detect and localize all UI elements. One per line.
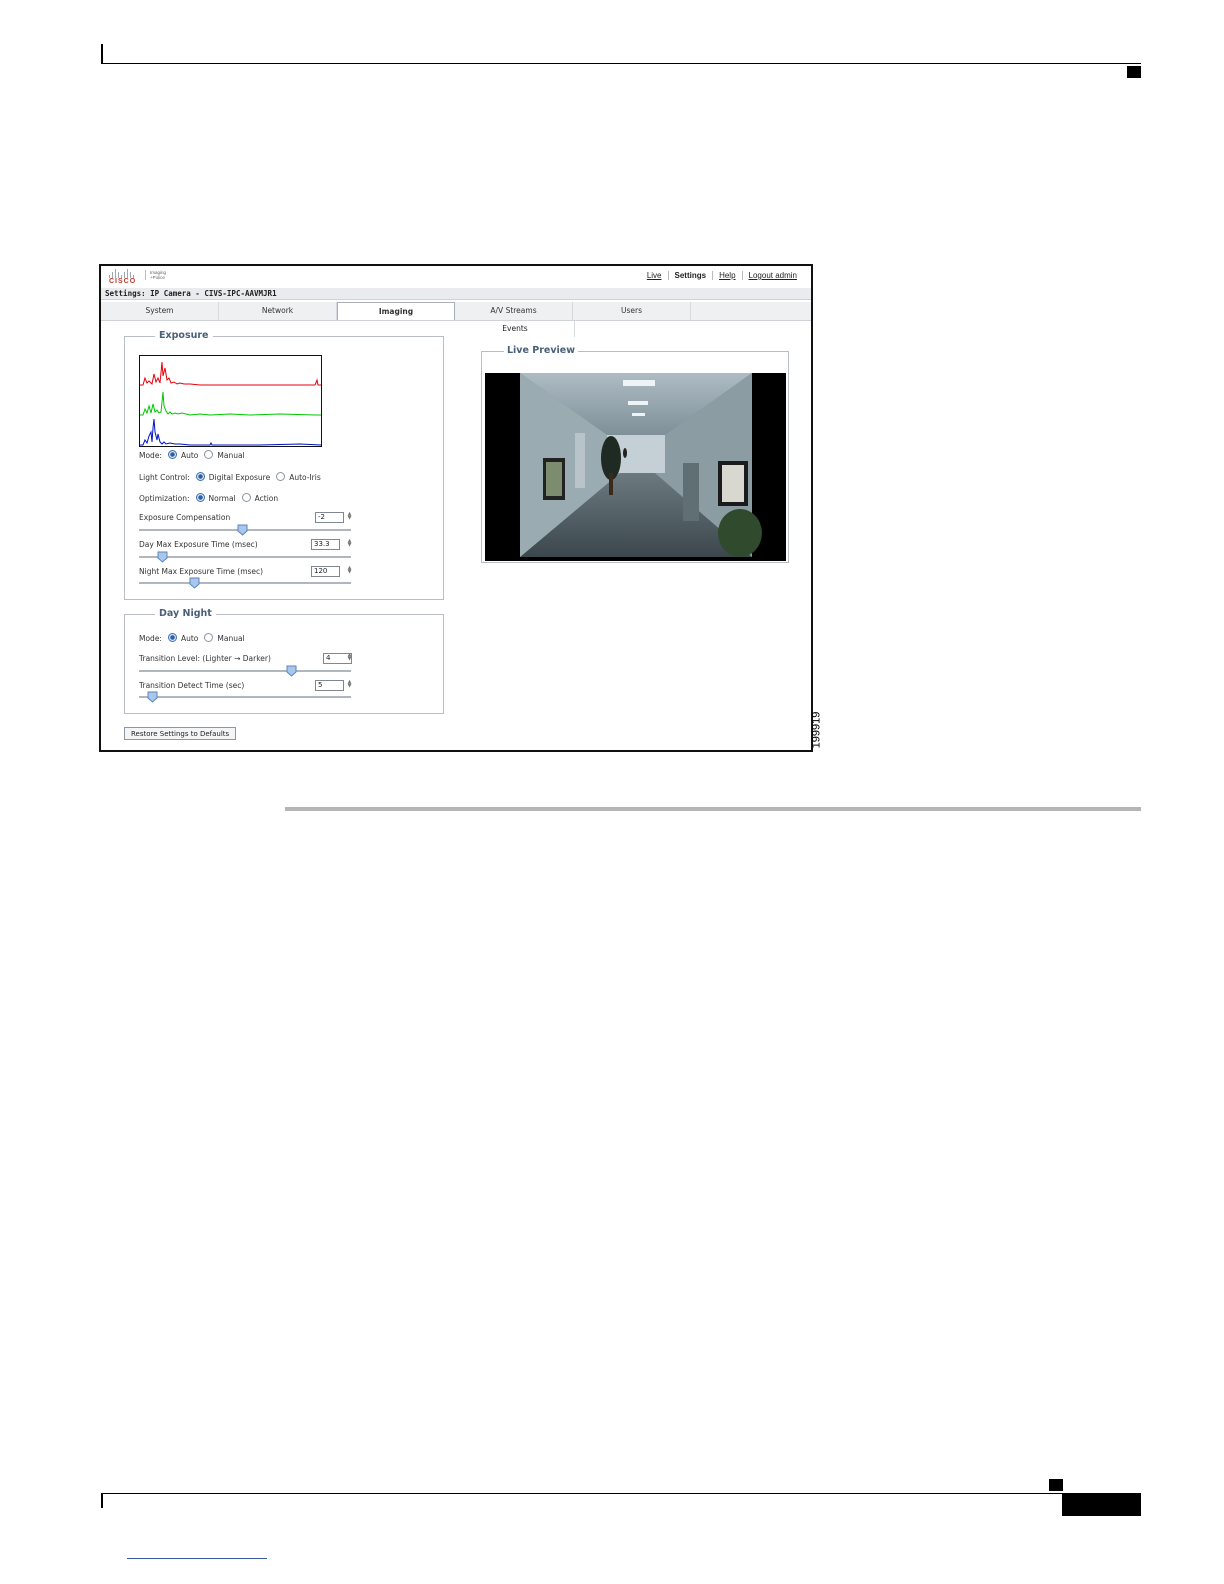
day-max-slider[interactable] xyxy=(139,556,351,558)
day-night-mode-row: Mode: Auto Manual xyxy=(139,633,245,643)
histogram-green-series xyxy=(140,391,321,416)
exposure-mode-label: Mode: xyxy=(139,451,162,460)
section-separator xyxy=(285,807,1141,811)
footer-page-box xyxy=(1062,1494,1141,1516)
exposure-mode-auto-label: Auto xyxy=(180,451,199,460)
radio-selected-icon[interactable] xyxy=(167,633,177,642)
day-night-auto-label: Auto xyxy=(180,634,199,643)
live-preview-legend: Live Preview xyxy=(504,345,579,356)
footer-marker xyxy=(1049,1479,1063,1491)
day-night-panel: Day Night Mode: Auto Manual Transition Lev… xyxy=(124,608,444,714)
tab-users[interactable]: Users xyxy=(573,302,691,320)
radio-unselected-icon[interactable] xyxy=(204,450,214,459)
spinner-icon[interactable]: ▲ ▼ xyxy=(347,653,352,662)
tab-av-streams[interactable]: A/V Streams xyxy=(455,302,573,320)
restore-defaults-button[interactable]: Restore Settings to Defaults xyxy=(124,727,237,740)
tab-imaging[interactable]: Imaging xyxy=(337,302,455,320)
footer-link-underline xyxy=(127,1558,267,1559)
live-preview-video xyxy=(485,373,786,561)
camera-settings-screenshot: CISCO Imaging +Police Live Settings Help… xyxy=(99,264,813,752)
exposure-legend: Exposure xyxy=(155,330,213,341)
radio-unselected-icon[interactable] xyxy=(276,472,286,481)
product-name: Imaging +Police xyxy=(145,270,166,280)
spinner-icon[interactable]: ▲ ▼ xyxy=(347,566,352,575)
day-night-mode-label: Mode: xyxy=(139,634,162,643)
footer-tick xyxy=(101,1493,103,1508)
histogram-chart xyxy=(140,361,321,446)
night-max-label: Night Max Exposure Time (msec) xyxy=(139,567,264,576)
settings-link[interactable]: Settings xyxy=(667,271,713,280)
spinner-icon[interactable]: ▲ ▼ xyxy=(347,512,352,521)
exposure-histogram xyxy=(139,355,322,447)
header-tick xyxy=(101,44,103,64)
slider-thumb-icon[interactable] xyxy=(157,551,168,563)
optimization-row: Optimization: Normal Action xyxy=(139,493,278,503)
page-title: Settings: IP Camera - CIVS-IPC-AAVMJR1 xyxy=(101,288,811,300)
night-max-slider[interactable] xyxy=(139,582,351,584)
slider-thumb-icon[interactable] xyxy=(189,577,200,589)
exposure-mode-manual-label: Manual xyxy=(217,451,245,460)
help-link[interactable]: Help xyxy=(712,271,741,280)
night-max-input[interactable]: 120 xyxy=(311,566,340,577)
day-night-legend: Day Night xyxy=(155,608,216,619)
radio-selected-icon[interactable] xyxy=(195,472,205,481)
header-rule xyxy=(101,63,1141,64)
live-link[interactable]: Live xyxy=(641,271,668,280)
slider-thumb-icon[interactable] xyxy=(286,665,297,677)
day-max-label: Day Max Exposure Time (msec) xyxy=(139,540,258,549)
tab-filler xyxy=(691,302,811,320)
compensation-label: Exposure Compensation xyxy=(139,513,231,522)
day-night-manual-label: Manual xyxy=(217,634,245,643)
spinner-icon[interactable]: ▲ ▼ xyxy=(347,539,352,548)
cisco-logo-icon: CISCO xyxy=(107,269,143,287)
slider-thumb-icon[interactable] xyxy=(147,691,158,703)
histogram-red-series xyxy=(140,361,321,386)
slider-thumb-icon[interactable] xyxy=(237,524,248,536)
histogram-blue-series xyxy=(140,418,321,446)
office-hallway-image xyxy=(485,373,786,561)
transition-level-label: Transition Level: (Lighter → Darker) xyxy=(139,654,271,663)
transition-time-slider[interactable] xyxy=(139,696,351,698)
figure-number: 199919 xyxy=(810,711,823,749)
optimization-action-label: Action xyxy=(254,494,279,503)
header-marker xyxy=(1127,66,1141,78)
top-bar: CISCO Imaging +Police Live Settings Help… xyxy=(101,266,811,288)
spinner-icon[interactable]: ▲ ▼ xyxy=(347,680,352,689)
day-max-input[interactable]: 33.3 xyxy=(311,539,340,550)
tab-bar: System Network Imaging A/V Streams Users xyxy=(101,302,811,321)
transition-time-label: Transition Detect Time (sec) xyxy=(139,681,245,690)
footer-rule xyxy=(101,1493,1141,1494)
light-control-label: Light Control: xyxy=(139,473,190,482)
radio-selected-icon[interactable] xyxy=(167,450,177,459)
exposure-panel: Exposure Mode: Auto Manual Light Control: D… xyxy=(124,330,444,600)
transition-time-input[interactable]: 5 xyxy=(315,680,344,691)
tab-events[interactable]: Events xyxy=(456,321,575,337)
logout-link[interactable]: Logout admin xyxy=(741,271,803,280)
radio-unselected-icon[interactable] xyxy=(241,493,251,502)
optimization-label: Optimization: xyxy=(139,494,190,503)
digital-exposure-label: Digital Exposure xyxy=(208,473,271,482)
live-preview-panel: Live Preview xyxy=(481,345,789,563)
light-control-row: Light Control: Digital Exposure Auto-Iris xyxy=(139,472,321,482)
auto-iris-label: Auto-Iris xyxy=(289,473,321,482)
radio-selected-icon[interactable] xyxy=(195,493,205,502)
transition-level-slider[interactable] xyxy=(139,670,351,672)
top-links: Live Settings Help Logout admin xyxy=(641,271,803,280)
tab-system[interactable]: System xyxy=(101,302,219,320)
tab-network[interactable]: Network xyxy=(219,302,337,320)
compensation-input[interactable]: -2 xyxy=(315,512,344,523)
exposure-mode-row: Mode: Auto Manual xyxy=(139,450,245,460)
optimization-normal-label: Normal xyxy=(208,494,236,503)
radio-unselected-icon[interactable] xyxy=(204,633,214,642)
